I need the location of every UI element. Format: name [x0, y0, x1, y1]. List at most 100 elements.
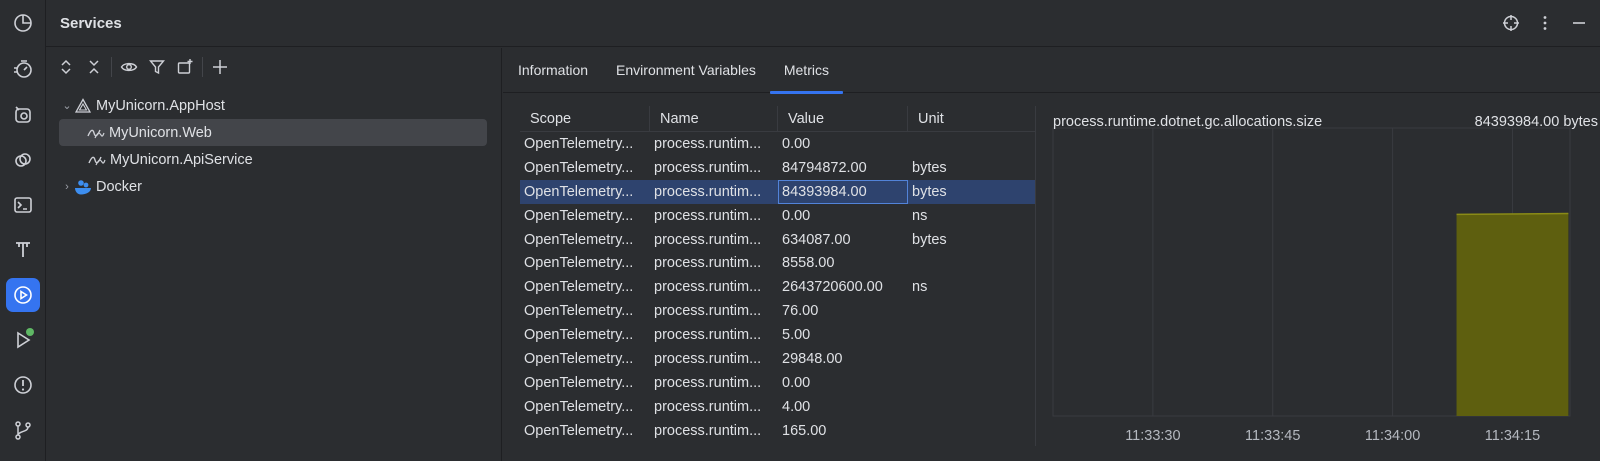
cell-unit [908, 371, 1035, 395]
filter-icon [149, 60, 165, 75]
cell-scope: OpenTelemetry... [524, 159, 634, 176]
cell-name: process.runtim... [654, 231, 762, 248]
cell-name: process.runtim... [654, 422, 762, 439]
cell-value: 4.00 [782, 398, 811, 415]
table-row[interactable]: OpenTelemetry... process.runtim... 0.00 [520, 132, 1035, 156]
cell-value: 165.00 [782, 422, 827, 439]
tree-item-docker[interactable]: › Docker [46, 173, 501, 200]
cell-scope: OpenTelemetry... [524, 279, 634, 296]
services-play-icon [14, 286, 32, 304]
table-row[interactable]: OpenTelemetry... process.runtim... 8439398… [520, 179, 1035, 204]
cell-unit: bytes [912, 183, 947, 200]
locate-button[interactable] [1500, 12, 1522, 34]
tab-environment-variables[interactable]: Environment Variables [602, 48, 770, 93]
pie-chart-icon [14, 14, 32, 32]
cell-scope: OpenTelemetry... [524, 350, 634, 367]
table-row[interactable]: OpenTelemetry... process.runtim... 8479487… [520, 156, 1035, 180]
minimize-button[interactable] [1568, 12, 1590, 34]
chevron-down-icon[interactable]: ⌄ [60, 99, 74, 112]
expand-all-button[interactable] [52, 53, 80, 81]
problems-tool-button[interactable] [6, 368, 40, 402]
x-tick-label: 11:34:15 [1485, 428, 1540, 444]
database-tool-button[interactable] [6, 98, 40, 132]
new-group-button[interactable] [171, 53, 199, 81]
tab-information[interactable]: Information [504, 48, 602, 93]
table-row[interactable]: OpenTelemetry... process.runtim... 5.00 [520, 323, 1035, 347]
table-row[interactable]: OpenTelemetry... process.runtim... 8558.00 [520, 251, 1035, 275]
cell-scope: OpenTelemetry... [524, 255, 634, 272]
tree-item-apiservice[interactable]: MyUnicorn.ApiService [46, 146, 501, 173]
cell-scope: OpenTelemetry... [524, 231, 634, 248]
cell-name: process.runtim... [654, 398, 762, 415]
services-tool-button[interactable] [6, 278, 40, 312]
table-row[interactable]: OpenTelemetry... process.runtim... 0.00 ns [520, 204, 1035, 228]
minimize-icon [1573, 22, 1585, 24]
services-tree-pane: ⌄ MyUnicorn.AppHost MyUnicorn.Web MyUnic… [46, 48, 502, 461]
services-header: Services [46, 0, 1600, 47]
collapse-all-button[interactable] [80, 53, 108, 81]
x-tick-label: 11:33:45 [1245, 428, 1300, 444]
table-row[interactable]: OpenTelemetry... process.runtim... 165.00 [520, 419, 1035, 443]
column-header-name[interactable]: Name [650, 105, 778, 132]
more-options-button[interactable] [1534, 12, 1556, 34]
camera-icon [15, 106, 31, 123]
metric-chart-svg: 11:33:30 11:33:45 11:34:00 11:34:15 [1052, 127, 1571, 444]
add-service-button[interactable] [206, 53, 234, 81]
run-tool-button[interactable] [6, 323, 40, 357]
table-row[interactable]: OpenTelemetry... process.runtim... 0.00 [520, 371, 1035, 395]
table-row[interactable]: OpenTelemetry... process.runtim... 634087.… [520, 228, 1035, 252]
tree-item-web[interactable]: MyUnicorn.Web [59, 119, 487, 146]
cell-value: 29848.00 [782, 350, 843, 367]
filter-button[interactable] [143, 53, 171, 81]
cell-unit: bytes [912, 159, 947, 176]
cell-unit [908, 323, 1035, 347]
column-header-unit[interactable]: Unit [908, 106, 1035, 132]
chevron-right-icon[interactable]: › [60, 181, 74, 193]
table-row[interactable]: OpenTelemetry... process.runtim... 2643720… [520, 275, 1035, 299]
cell-scope: OpenTelemetry... [524, 135, 634, 152]
splitter[interactable] [1035, 106, 1036, 446]
dotnet-project-icon [88, 152, 106, 168]
cell-scope: OpenTelemetry... [524, 207, 634, 224]
cell-scope: OpenTelemetry... [524, 422, 634, 439]
tree-item-label: MyUnicorn.Web [109, 124, 212, 141]
metric-name: process.runtime.dotnet.gc.allocations.si… [1053, 114, 1323, 130]
cell-scope: OpenTelemetry... [524, 327, 634, 344]
column-header-value[interactable]: Value [778, 105, 908, 132]
profiler-tool-button[interactable] [6, 6, 40, 40]
table-row[interactable]: OpenTelemetry... process.runtim... 4.00 [520, 395, 1035, 419]
cell-name: process.runtim... [654, 207, 762, 224]
metric-chart: 11:33:30 11:33:45 11:34:00 11:34:15 process… [1038, 104, 1600, 461]
show-button[interactable] [115, 53, 143, 81]
plus-icon [213, 60, 227, 74]
loop-icon [15, 153, 31, 167]
tree-item-apphost[interactable]: ⌄ MyUnicorn.AppHost [46, 92, 501, 119]
tree-toolbar [46, 48, 501, 86]
cell-unit [908, 251, 1035, 275]
series-line [1456, 212, 1569, 216]
cell-name: process.runtim... [654, 374, 762, 391]
cell-unit [908, 395, 1035, 419]
tests-tool-button[interactable] [6, 232, 40, 266]
stopwatch-icon [14, 60, 32, 78]
add-group-icon [177, 59, 193, 74]
cell-unit: bytes [912, 231, 947, 248]
column-header-scope[interactable]: Scope [520, 105, 650, 132]
performance-tool-button[interactable] [6, 52, 40, 86]
table-row[interactable]: OpenTelemetry... process.runtim... 76.00 [520, 299, 1035, 323]
git-tool-button[interactable] [6, 413, 40, 447]
cell-unit [908, 299, 1035, 323]
cell-name: process.runtim... [654, 327, 762, 344]
kebab-menu-icon [1543, 16, 1547, 30]
metric-value: 84393984.00 bytes [1474, 114, 1598, 130]
terminal-tool-button[interactable] [6, 188, 40, 222]
status-dot [26, 328, 34, 336]
services-cloud-tool-button[interactable] [6, 143, 40, 177]
tab-metrics[interactable]: Metrics [769, 48, 844, 94]
cell-name: process.runtim... [654, 183, 762, 200]
cell-value: 2643720600.00 [782, 279, 883, 296]
cell-value: 0.00 [782, 135, 811, 152]
table-row[interactable]: OpenTelemetry... process.runtim... 29848.0… [520, 347, 1035, 371]
tree-item-label: MyUnicorn.AppHost [96, 97, 225, 114]
details-pane: Information Environment Variables Metric… [503, 48, 1600, 461]
